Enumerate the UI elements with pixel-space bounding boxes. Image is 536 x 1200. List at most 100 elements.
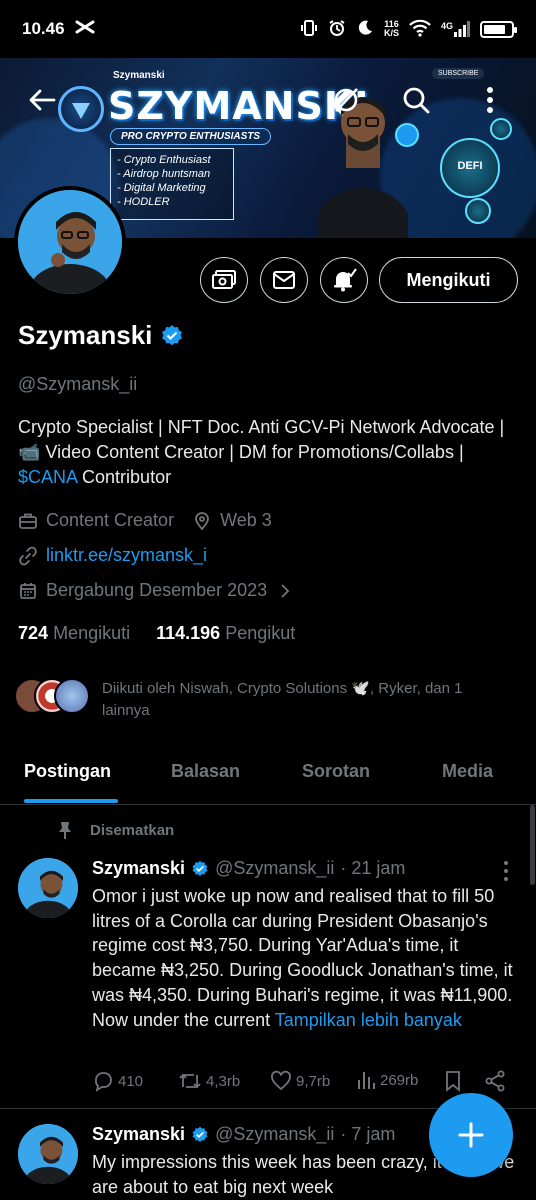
do-not-disturb-moon-icon	[356, 19, 374, 40]
compose-post-button[interactable]	[429, 1093, 513, 1177]
followers-count: 114.196	[156, 623, 221, 643]
profile-tabs: Postingan Balasan Sorotan Media	[0, 745, 536, 805]
post-author-name[interactable]: Szymanski	[92, 858, 185, 879]
coin-decoration	[395, 123, 419, 147]
message-button[interactable]	[260, 257, 308, 303]
network-speed-unit: K/S	[383, 28, 399, 38]
post-avatar-image	[18, 858, 78, 918]
defi-coin-image: DEFI	[440, 138, 500, 198]
grok-icon	[334, 88, 358, 112]
notifications-button[interactable]	[320, 257, 368, 303]
calendar-icon	[20, 582, 36, 599]
vibrate-icon	[300, 19, 318, 40]
active-tab-indicator	[24, 799, 118, 803]
repost-count: 4,3rb	[206, 1072, 241, 1090]
banner-list: - Crypto Enthusiast - Airdrop huntsman -…	[110, 148, 234, 220]
banner-list-item: - Digital Marketing	[117, 182, 206, 194]
tab-posts[interactable]: Postingan	[24, 761, 111, 782]
profile-link-row: linktr.ee/szymansk_i	[18, 545, 207, 566]
post-avatar-image	[18, 1124, 78, 1184]
bookmark-button[interactable]	[444, 1070, 462, 1092]
tab-highlights[interactable]: Sorotan	[302, 761, 370, 782]
network-type: 4G	[440, 21, 453, 31]
subscribe-button[interactable]	[200, 257, 248, 303]
coin-decoration	[465, 198, 491, 224]
banner-list-item: - HODLER	[117, 196, 170, 208]
views-button[interactable]: 269rb	[356, 1070, 418, 1090]
following-button[interactable]: Mengikuti	[379, 257, 518, 303]
profile-name-row: Szymanski	[18, 320, 184, 351]
banner-subscribe-text: SUBSCRIBE	[432, 68, 485, 79]
show-more-link[interactable]: Tampilkan lebih banyak	[275, 1010, 462, 1030]
pinned-label: Disematkan	[90, 821, 175, 839]
bio-text: Contributor	[77, 467, 172, 487]
brand-logo-icon	[58, 86, 104, 132]
profile-joined-row[interactable]: Bergabung Desember 2023	[18, 580, 291, 601]
post-avatar[interactable]	[18, 1124, 78, 1184]
search-button[interactable]	[396, 80, 436, 120]
bio-text: Crypto Specialist | NFT Doc. Anti GCV-Pi…	[18, 417, 505, 462]
repost-icon	[179, 1073, 201, 1089]
followers-label: Pengikut	[225, 623, 296, 643]
post-time[interactable]: · 7 jam	[340, 1124, 395, 1145]
profile-category-location: Content Creator Web 3	[18, 510, 272, 531]
post-time[interactable]: · 21 jam	[340, 858, 405, 879]
heart-icon	[271, 1070, 291, 1091]
followed-by-row[interactable]: Diikuti oleh Niswah, Crypto Solutions 🕊️…	[14, 678, 512, 722]
banner-list-item: - Airdrop huntsman	[117, 168, 211, 180]
link-icon	[19, 546, 37, 565]
post-more-icon[interactable]	[498, 860, 514, 882]
post-author-handle[interactable]: @Szymansk_ii	[215, 858, 334, 879]
verified-badge-icon	[192, 860, 208, 876]
wifi-icon	[409, 19, 431, 40]
envelope-icon	[273, 271, 295, 289]
profile-category: Content Creator	[46, 510, 175, 530]
profile-avatar[interactable]	[14, 186, 126, 298]
post-avatar[interactable]	[18, 858, 78, 918]
post-author-name[interactable]: Szymanski	[92, 1124, 185, 1145]
back-button[interactable]	[22, 80, 62, 120]
post-author-handle[interactable]: @Szymansk_ii	[215, 1124, 334, 1145]
battery-icon	[480, 20, 517, 38]
like-count: 9,7rb	[296, 1072, 331, 1090]
following-stat[interactable]: 724 Mengikuti	[18, 623, 130, 644]
banner-list-item: - Crypto Enthusiast	[117, 154, 211, 166]
pin-icon	[59, 822, 71, 839]
follower-avatar	[54, 678, 90, 714]
followed-by-text: Diikuti oleh Niswah, Crypto Solutions 🕊️…	[102, 680, 463, 719]
bell-check-icon	[334, 268, 357, 292]
status-bar: 10.46 116 K/S 4G	[0, 0, 536, 58]
views-chart-icon	[358, 1072, 375, 1089]
profile-website-link[interactable]: linktr.ee/szymansk_i	[46, 545, 207, 566]
reply-count: 410	[118, 1072, 144, 1090]
tab-media[interactable]: Media	[442, 761, 493, 782]
like-button[interactable]: 9,7rb	[270, 1070, 330, 1092]
profile-handle: @Szymansk_ii	[18, 374, 138, 394]
reply-button[interactable]: 410	[92, 1070, 143, 1092]
share-icon	[485, 1070, 505, 1092]
defi-coin-label: DEFI	[457, 160, 483, 172]
reply-icon	[95, 1072, 112, 1092]
following-label: Mengikuti	[53, 623, 131, 643]
subscription-money-icon	[212, 270, 236, 289]
post-text[interactable]: Omor i just woke up now and realised tha…	[92, 884, 520, 1032]
tab-replies[interactable]: Balasan	[171, 761, 240, 782]
pinned-label-row: Disematkan	[56, 820, 174, 840]
post-header: Szymanski @Szymansk_ii · 7 jam	[92, 1124, 395, 1145]
profile-joined-date: Bergabung Desember 2023	[46, 580, 268, 600]
alarm-icon	[328, 19, 346, 40]
scrollbar[interactable]	[530, 805, 535, 885]
repost-button[interactable]: 4,3rb	[178, 1070, 240, 1092]
coin-decoration	[490, 118, 512, 140]
post-actions: 410 4,3rb 9,7rb 269rb	[92, 1070, 512, 1096]
cashtag-link[interactable]: $CANA	[18, 467, 77, 487]
grok-button[interactable]	[326, 80, 366, 120]
post-text-content: Omor i just woke up now and realised tha…	[92, 886, 513, 1030]
profile-name: Szymanski	[18, 320, 153, 350]
more-options-button[interactable]	[470, 80, 510, 120]
share-button[interactable]	[484, 1070, 506, 1092]
network-speed: 116 K/S	[384, 20, 399, 38]
clock: 10.46	[22, 19, 65, 38]
followers-stat[interactable]: 114.196 Pengikut	[156, 623, 295, 644]
verified-badge-icon[interactable]	[160, 324, 184, 348]
